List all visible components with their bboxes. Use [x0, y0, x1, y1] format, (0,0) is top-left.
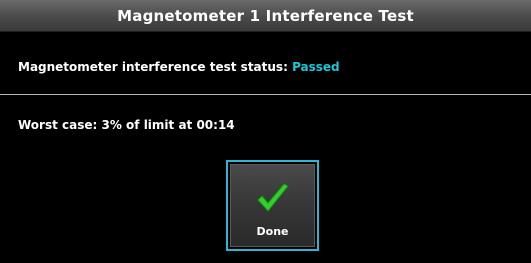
- worst-case-text: Worst case: 3% of limit at 00:14: [18, 118, 235, 132]
- interference-test-dialog: Magnetometer 1 Interference Test Magneto…: [0, 0, 531, 263]
- test-status-value: Passed: [292, 60, 340, 74]
- dialog-title: Magnetometer 1 Interference Test: [117, 6, 414, 25]
- done-button-face[interactable]: Done: [230, 164, 315, 247]
- done-button-label: Done: [256, 225, 289, 238]
- separator: [0, 94, 531, 95]
- title-bar: Magnetometer 1 Interference Test: [0, 0, 531, 32]
- done-button[interactable]: Done: [226, 160, 319, 251]
- check-icon: [257, 183, 289, 212]
- test-status-label: Magnetometer interference test status:: [18, 60, 288, 74]
- test-status-line: Magnetometer interference test status: P…: [18, 60, 340, 74]
